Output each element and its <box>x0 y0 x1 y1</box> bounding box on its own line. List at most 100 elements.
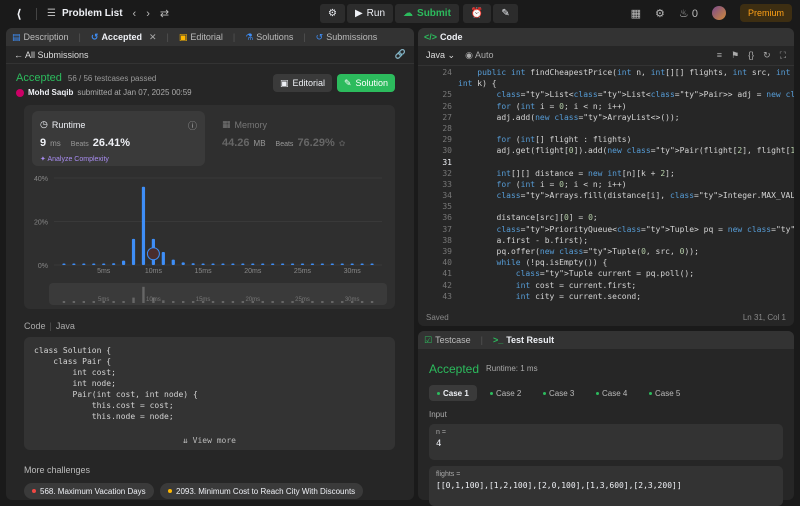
editor-line[interactable]: 36 distance[src][0] = 0; <box>418 212 794 223</box>
tab-testcase[interactable]: ☑ Testcase <box>424 335 471 346</box>
chevron-right-icon[interactable]: › <box>146 8 150 20</box>
editor-line[interactable]: 30 adj.get(flight[0]).add(new class="ty"… <box>418 145 794 156</box>
tab-solutions[interactable]: ⚗ Solutions <box>245 32 293 43</box>
view-more-button[interactable]: ⇊ View more <box>24 435 395 446</box>
link-icon[interactable]: 🔗 <box>395 49 406 60</box>
chevron-left-icon[interactable]: ‹ <box>133 8 137 20</box>
code-line: class Pair { <box>34 357 112 366</box>
submit-button[interactable]: ☁ Submit <box>395 4 459 23</box>
username[interactable]: Mohd Saqib <box>28 88 73 97</box>
solution-button[interactable]: ✎ Solution <box>337 74 395 92</box>
editor-line[interactable]: 42 int cost = current.first; <box>418 280 794 291</box>
line-number: 36 <box>442 213 452 223</box>
layout-grid-icon[interactable]: ▦ <box>631 7 641 20</box>
tab-editorial[interactable]: ▣ Editorial <box>179 32 223 43</box>
bookmark-icon[interactable]: ⚑ <box>731 50 739 61</box>
line-number: 32 <box>442 168 452 178</box>
editor-tab-bar: </> Code <box>418 28 794 46</box>
back-label: All Submissions <box>25 49 89 60</box>
chart-bar <box>171 259 175 265</box>
editor-line[interactable]: 43 int city = current.second; <box>418 291 794 302</box>
challenge-chip-1[interactable]: 568. Maximum Vacation Days <box>24 483 154 499</box>
line-number: 40 <box>442 258 452 268</box>
line-number: 37 <box>442 224 452 234</box>
solution-label: Solution <box>355 78 389 88</box>
test-tab-bar: ☑ Testcase | >_ Test Result <box>418 331 794 349</box>
editor-line[interactable]: 35 <box>418 201 794 212</box>
run-button[interactable]: ▶ Run <box>346 4 394 23</box>
editor-line[interactable]: 33 for (int i = 0; i < n; i++) <box>418 179 794 190</box>
chart-bar <box>290 263 295 265</box>
leetcode-logo-icon[interactable]: ⟨ <box>12 7 26 21</box>
timer-button[interactable]: ⏰ <box>462 4 492 23</box>
notes-button[interactable]: ✎ <box>493 4 518 23</box>
runtime-distribution-chart[interactable]: 40% 20% 0% 5ms 10ms 15ms 20ms 25ms 30ms 5ms 10ms 15… <box>24 105 395 309</box>
line-number: 34 <box>442 191 452 201</box>
streak[interactable]: ♨ 0 <box>679 7 698 20</box>
tab-label: Test Result <box>506 335 555 345</box>
testcases-passed: 56 / 56 testcases passed <box>67 74 157 83</box>
tab-submissions[interactable]: ↺ Submissions <box>316 32 378 43</box>
line-text: class="ty">Arrays.fill(distance[i], clas… <box>496 191 794 201</box>
braces-icon[interactable]: {} <box>748 50 754 61</box>
case-3-tab[interactable]: Case 3 <box>535 385 582 401</box>
editor-line[interactable]: 25 class="ty">List<class="ty">List<class… <box>418 89 794 100</box>
tab-accepted[interactable]: ↺ Accepted ✕ <box>91 32 157 43</box>
line-number <box>418 78 458 89</box>
editor-line[interactable]: 40 while (!pq.isEmpty()) { <box>418 257 794 268</box>
user-position-marker <box>146 247 160 261</box>
editor-line[interactable]: 31 <box>418 157 794 168</box>
tab-label: Description <box>23 32 69 42</box>
settings-gear-icon[interactable]: ⚙ <box>655 7 665 20</box>
editor-line[interactable]: 27 adj.add(new class="ty">ArrayList<>())… <box>418 112 794 123</box>
tab-description[interactable]: ▤ Description <box>12 32 69 43</box>
editor-line[interactable]: 29 for (int[] flight : flights) <box>418 134 794 145</box>
chart-bar <box>141 186 146 265</box>
fullscreen-icon[interactable]: ⛶ <box>780 50 786 61</box>
tab-divider: | <box>166 32 169 42</box>
case-5-tab[interactable]: Case 5 <box>641 385 688 401</box>
editor-line[interactable]: 41 class="ty">Tuple current = pq.poll(); <box>418 268 794 279</box>
case-1-tab[interactable]: Case 1 <box>429 385 477 401</box>
editor-line[interactable]: 39 pq.offer(new class="ty">Tuple(0, src,… <box>418 246 794 257</box>
case-4-tab[interactable]: Case 4 <box>588 385 635 401</box>
editor-line[interactable]: 28 <box>418 123 794 134</box>
view-more-label: View more <box>192 436 236 445</box>
format-icon[interactable]: ≡ <box>717 50 722 61</box>
case-2-tab[interactable]: Case 2 <box>482 385 529 401</box>
auto-toggle[interactable]: ◉ Auto <box>465 50 493 61</box>
line-number: 38 <box>442 235 452 245</box>
editor-line[interactable]: 37 class="ty">PriorityQueue<class="ty">T… <box>418 224 794 235</box>
editorial-label: Editorial <box>292 78 326 88</box>
close-tab-icon[interactable]: ✕ <box>149 32 157 43</box>
input-n-box: n = 4 <box>429 424 783 460</box>
challenge-chip-2[interactable]: 2093. Minimum Cost to Reach City With Di… <box>160 483 364 499</box>
shuffle-icon[interactable]: ⇄ <box>160 7 169 20</box>
list-icon[interactable]: ☰ <box>47 8 56 19</box>
checkbox-icon: ☑ <box>424 334 433 345</box>
overview-bar <box>172 301 175 303</box>
debug-button[interactable]: ⚙ <box>320 4 345 23</box>
tab-test-result[interactable]: >_ Test Result <box>493 335 554 345</box>
premium-button[interactable]: Premium <box>739 4 792 22</box>
all-submissions-link[interactable]: ← All Submissions <box>14 50 89 60</box>
language-select[interactable]: Java ⌄ <box>426 50 455 61</box>
editor-line[interactable]: 38 a.first - b.first); <box>418 235 794 246</box>
fire-icon: ♨ <box>678 7 689 20</box>
editor-line[interactable]: 32 int[][] distance = new int[n][k + 2]; <box>418 168 794 179</box>
editor-line[interactable]: 24 public int findCheapestPrice(int n, i… <box>418 67 794 78</box>
code-editor[interactable]: 24 public int findCheapestPrice(int n, i… <box>418 67 794 326</box>
editor-line[interactable]: int k) { <box>418 78 794 89</box>
reset-icon[interactable]: ↻ <box>763 50 771 61</box>
line-text: for (int i = 0; i < n; i++) <box>496 179 627 189</box>
tab-code[interactable]: </> Code <box>424 32 463 42</box>
problem-list-link[interactable]: Problem List <box>62 8 123 19</box>
user-avatar[interactable] <box>711 6 726 20</box>
editor-line[interactable]: 34 class="ty">Arrays.fill(distance[i], c… <box>418 190 794 201</box>
editor-status-bar: Saved Ln 31, Col 1 <box>418 308 794 326</box>
editor-line[interactable]: 26 for (int i = 0; i < n; i++) <box>418 101 794 112</box>
bug-icon: ⚙ <box>328 8 337 19</box>
editorial-button[interactable]: ▣ Editorial <box>273 74 332 92</box>
input-flights-box: flights = [[0,1,100],[1,2,100],[2,0,100]… <box>429 466 783 506</box>
submitted-time: submitted at Jan 07, 2025 00:59 <box>77 88 192 97</box>
